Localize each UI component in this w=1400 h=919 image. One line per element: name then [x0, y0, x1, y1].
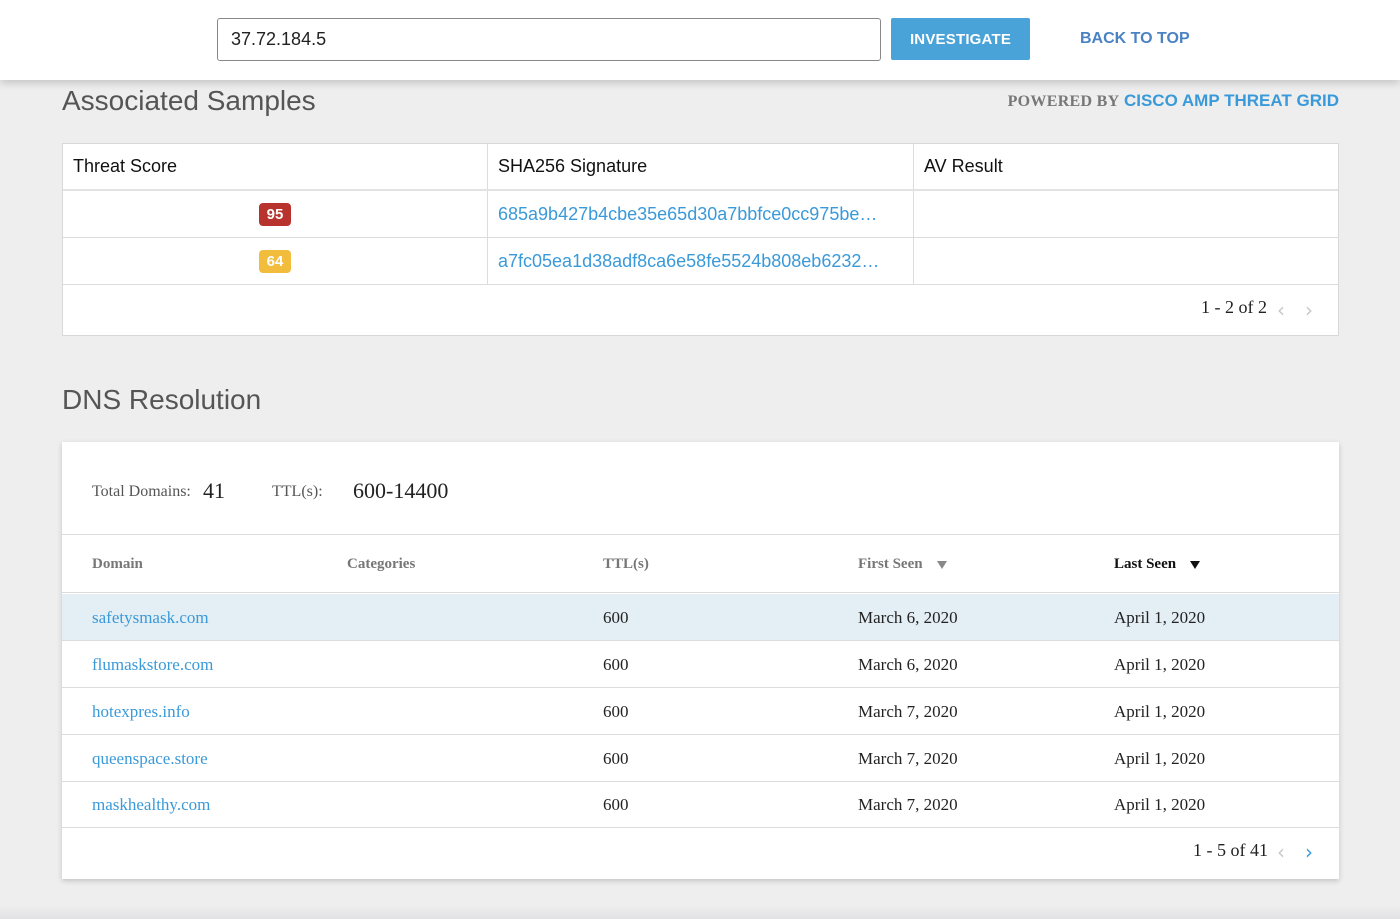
av-result-cell [914, 238, 1338, 284]
first-seen-cell: March 7, 2020 [858, 795, 958, 814]
threat-score-badge: 64 [258, 249, 292, 273]
domain-link[interactable]: hotexpres.info [92, 702, 190, 722]
column-header-ttl[interactable]: TTL(s) [603, 556, 649, 573]
total-domains-value: 41 [203, 478, 225, 503]
threat-score-cell: 64 [63, 238, 488, 284]
first-seen-cell: March 6, 2020 [858, 655, 958, 674]
column-header-last-seen[interactable]: Last Seen [1114, 556, 1201, 573]
last-seen-cell: April 1, 2020 [1114, 749, 1206, 768]
sha-cell: a7fc05ea1d38adf8ca6e58fe5524b808eb6232… [488, 238, 914, 284]
chevron-right-icon[interactable]: › [1305, 840, 1313, 864]
table-row: 64 a7fc05ea1d38adf8ca6e58fe5524b808eb623… [63, 238, 1338, 285]
first-seen-cell: March 6, 2020 [858, 608, 958, 627]
ttl-cell: 600 [603, 749, 629, 768]
samples-table-header: Threat Score SHA256 Signature AV Result [63, 144, 1338, 191]
powered-by-prefix: POWERED BY [1007, 93, 1120, 110]
last-seen-cell: April 1, 2020 [1114, 608, 1206, 627]
ttl-value: 600-14400 [353, 478, 449, 503]
column-header-threat-score: Threat Score [63, 144, 488, 189]
sha256-link[interactable]: 685a9b427b4cbe35e65d30a7bbfce0cc975be… [488, 204, 877, 225]
chevron-right-icon[interactable]: › [1305, 298, 1313, 322]
threat-score-badge: 95 [258, 202, 292, 226]
ttl-label: TTL(s): [272, 483, 323, 500]
last-seen-cell: April 1, 2020 [1114, 702, 1206, 721]
column-header-categories[interactable]: Categories [347, 556, 415, 573]
domain-link[interactable]: queenspace.store [92, 749, 208, 769]
column-header-av-result: AV Result [924, 156, 1003, 176]
chevron-left-icon[interactable]: ‹ [1277, 298, 1285, 322]
dns-table: Total Domains: 41 TTL(s): 600-14400 Doma… [62, 442, 1339, 879]
sha-cell: 685a9b427b4cbe35e65d30a7bbfce0cc975be… [488, 191, 914, 237]
page-bottom-edge [0, 905, 1400, 919]
ttl-cell: 600 [603, 608, 629, 627]
dns-resolution-title: DNS Resolution [62, 384, 262, 415]
ttl-cell: 600 [603, 702, 629, 721]
table-row: 95 685a9b427b4cbe35e65d30a7bbfce0cc975be… [63, 191, 1338, 238]
table-row[interactable]: maskhealthy.com 600 March 7, 2020 April … [62, 781, 1339, 828]
last-seen-cell: April 1, 2020 [1114, 655, 1206, 674]
table-row[interactable]: flumaskstore.com 600 March 6, 2020 April… [62, 641, 1339, 688]
search-input[interactable] [217, 18, 881, 61]
sort-down-icon[interactable] [1190, 560, 1201, 569]
column-header-sha256: SHA256 Signature [488, 144, 914, 189]
first-seen-cell: March 7, 2020 [858, 749, 958, 768]
dns-pager-text: 1 - 5 of 41 [1193, 840, 1268, 860]
column-header-first-seen[interactable]: First Seen [858, 556, 947, 573]
av-result-cell [914, 191, 1338, 237]
first-seen-label: First Seen [858, 556, 923, 572]
domain-link[interactable]: flumaskstore.com [92, 655, 213, 675]
ttl-cell: 600 [603, 795, 629, 814]
top-bar: INVESTIGATE BACK TO TOP [0, 0, 1400, 80]
table-row[interactable]: hotexpres.info 600 March 7, 2020 April 1… [62, 688, 1339, 735]
table-row[interactable]: queenspace.store 600 March 7, 2020 April… [62, 735, 1339, 782]
dns-table-header: Domain Categories TTL(s) First Seen Last… [62, 535, 1339, 593]
dns-summary: Total Domains: 41 TTL(s): 600-14400 [62, 442, 1339, 535]
powered-by: POWERED BY CISCO AMP THREAT GRID [1008, 91, 1339, 111]
total-domains-label: Total Domains: [92, 483, 191, 500]
sort-down-icon[interactable] [936, 560, 947, 569]
samples-table: Threat Score SHA256 Signature AV Result … [62, 143, 1339, 336]
samples-pager-text: 1 - 2 of 2 [1201, 297, 1267, 317]
first-seen-cell: March 7, 2020 [858, 702, 958, 721]
sha256-link[interactable]: a7fc05ea1d38adf8ca6e58fe5524b808eb6232… [488, 251, 879, 272]
back-to-top-link[interactable]: BACK TO TOP [1080, 30, 1190, 48]
column-header-domain[interactable]: Domain [92, 556, 143, 573]
domain-link[interactable]: safetysmask.com [92, 608, 209, 628]
domain-link[interactable]: maskhealthy.com [92, 795, 210, 815]
threat-grid-brand-link[interactable]: CISCO AMP THREAT GRID [1124, 91, 1339, 110]
investigate-button[interactable]: INVESTIGATE [891, 18, 1030, 60]
table-row[interactable]: safetysmask.com 600 March 6, 2020 April … [62, 594, 1339, 641]
threat-score-cell: 95 [63, 191, 488, 237]
associated-samples-title: Associated Samples [62, 85, 316, 116]
last-seen-label: Last Seen [1114, 556, 1177, 572]
chevron-left-icon[interactable]: ‹ [1277, 840, 1285, 864]
ttl-cell: 600 [603, 655, 629, 674]
last-seen-cell: April 1, 2020 [1114, 795, 1206, 814]
